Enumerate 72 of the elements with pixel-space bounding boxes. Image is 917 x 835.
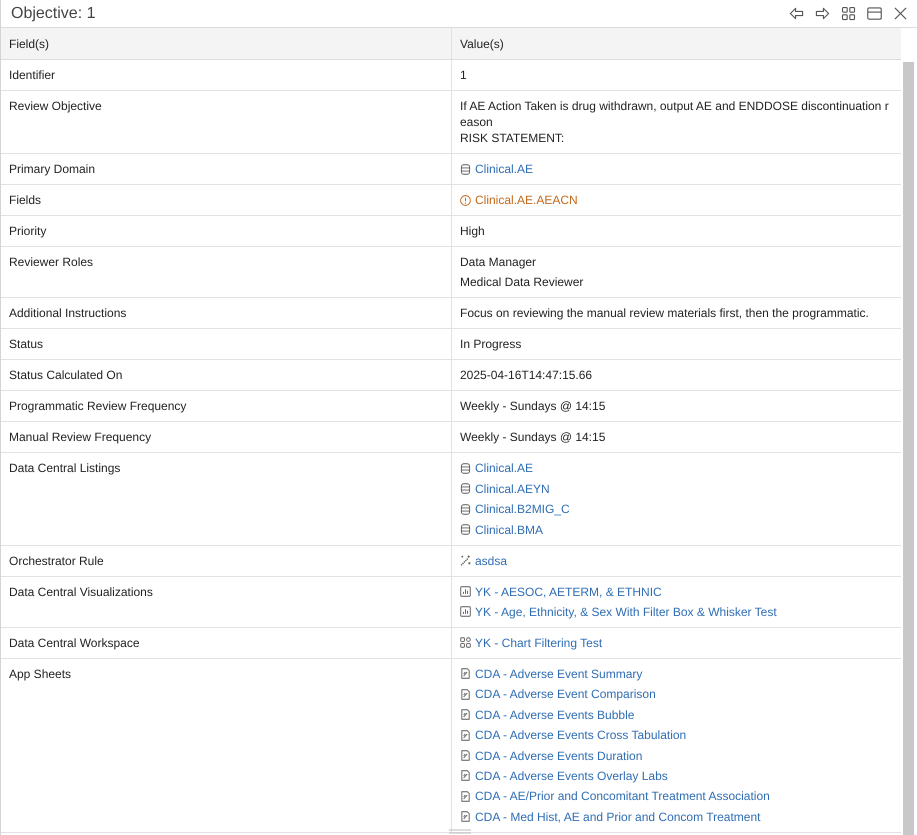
resize-grip-icon[interactable] [449,829,471,834]
dataset-link[interactable]: Clinical.AE [460,460,534,476]
database-icon [460,504,471,515]
field-label: Manual Review Frequency [9,430,152,444]
field-value: 1 [460,67,467,83]
field-link[interactable]: Clinical.AE.AEACN [460,192,578,208]
dataset-link[interactable]: Clinical.AE [460,161,534,177]
field-value: Weekly - Sundays @ 14:15 [460,398,606,414]
field-value: Medical Data Reviewer [460,274,584,290]
grid-layout-icon[interactable] [841,6,856,21]
app-sheet-link[interactable]: CDA - Adverse Events Cross Tabulation [460,727,686,744]
magic-wand-icon [460,555,471,566]
visualization-link[interactable]: YK - AESOC, AETERM, & ETHNIC [460,584,662,600]
field-label: Review Objective [9,99,102,113]
bar-chart-icon [460,586,471,598]
arrow-left-icon[interactable] [789,6,804,21]
field-label: Fields [9,193,42,207]
field-value: Weekly - Sundays @ 14:15 [460,429,606,446]
field-label: Primary Domain [9,162,96,176]
field-label: Identifier [9,68,56,82]
document-icon [460,811,471,822]
field-value: Focus on reviewing the manual review materials first, then the programmatic. [460,305,869,322]
document-icon [460,750,471,762]
database-icon [460,462,471,474]
field-value: In Progress [460,336,522,352]
database-icon [460,524,471,536]
arrow-right-icon[interactable] [815,6,830,21]
field-value: High [460,223,485,239]
document-icon [460,709,471,720]
field-label: Status Calculated On [9,368,122,382]
visualization-link[interactable]: YK - Age, Ethnicity, & Sex With Filter Box & Whisker Test [460,604,777,620]
rule-link[interactable]: asdsa [460,552,508,569]
dataset-link[interactable]: Clinical.BMA [460,522,544,538]
field-value: 2025-04-16T14:47:15.66 [460,367,592,384]
app-sheet-link[interactable]: CDA - AE/Prior and Concomitant Treatment Association [460,788,770,804]
field-label: Data Central Workspace [9,636,140,650]
field-label: Data Central Visualizations [9,584,153,599]
field-label: Orchestrator Rule [9,554,104,568]
app-sheet-link[interactable]: CDA - Adverse Events Duration [460,748,642,764]
bar-chart-icon [460,606,471,618]
field-label: Priority [9,224,46,238]
field-label: Status [9,337,44,352]
field-label: Reviewer Roles [9,255,94,269]
database-icon [460,164,471,174]
window-title: Objective: 1 [11,4,96,22]
field-label: Additional Instructions [9,306,126,320]
close-icon[interactable] [893,6,908,21]
field-label: App Sheets [9,666,72,681]
app-sheet-link[interactable]: CDA - Adverse Event Comparison [460,686,656,702]
app-sheet-link[interactable]: CDA - Adverse Event Summary [460,666,642,682]
dataset-link[interactable]: Clinical.B2MIG_C [460,501,570,518]
workspace-link[interactable]: YK - Chart Filtering Test [460,634,602,651]
panel-layout-icon[interactable] [867,6,882,21]
document-icon [460,688,471,700]
app-sheet-link[interactable]: CDA - Med Hist, AE and Prior and Concom Treatment [460,808,760,825]
document-icon [460,730,471,741]
field-label: Programmatic Review Frequency [9,399,186,414]
document-icon [460,668,471,680]
field-label: Data Central Listings [9,461,120,476]
database-icon [460,483,471,494]
app-sheet-link[interactable]: CDA - Adverse Events Bubble [460,706,634,723]
warning-icon [460,194,471,206]
app-sheet-link[interactable]: CDA - Adverse Events Overlay Labs [460,768,668,784]
scrollbar-thumb[interactable] [903,62,914,835]
column-header: Field(s) [9,36,50,50]
document-icon [460,770,471,782]
field-value: If AE Action Taken is drug withdrawn, output AE and ENDDOSE discontinuation reason RISK STATEMENT: [460,98,890,146]
column-header: Value(s) [460,36,504,50]
dataset-link[interactable]: Clinical.AEYN [460,480,550,497]
field-value: Data Manager [460,254,536,270]
grid-icon [460,637,471,648]
document-icon [460,790,471,802]
